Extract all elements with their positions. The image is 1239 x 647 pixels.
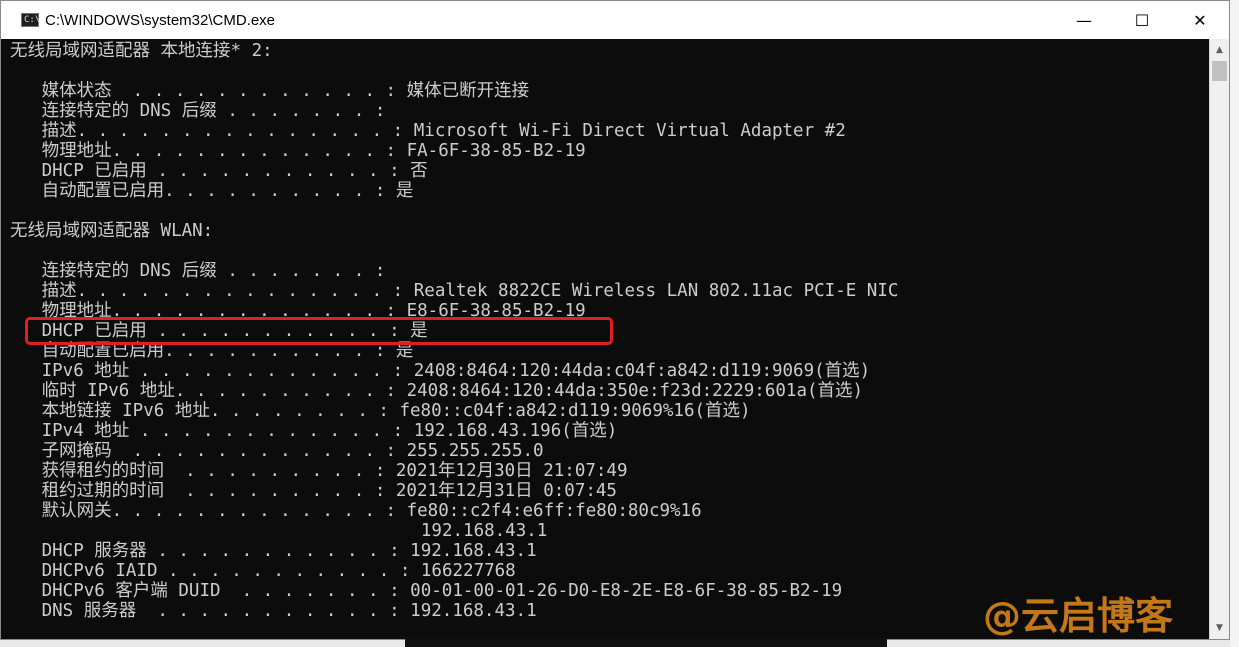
console-line: 本地链接 IPv6 地址. . . . . . . . : fe80::c04f… [10, 401, 751, 421]
console-line: 无线局域网适配器 本地连接* 2: [10, 41, 273, 61]
console-line: 自动配置已启用. . . . . . . . . . : 是 [10, 181, 414, 201]
scroll-up-icon[interactable]: ▲ [1210, 41, 1229, 59]
mac-address-highlight-box [25, 317, 613, 345]
console-line: IPv4 地址 . . . . . . . . . . . . : 192.16… [10, 421, 618, 441]
scroll-down-icon[interactable]: ▼ [1210, 619, 1229, 637]
window-controls: — ☐ ✕ [1055, 1, 1229, 39]
console-line: 租约过期的时间 . . . . . . . . . : 2021年12月31日 … [10, 481, 617, 501]
title-bar[interactable]: C:\ C:\WINDOWS\system32\CMD.exe — ☐ ✕ [1, 1, 1229, 39]
console-line: 描述. . . . . . . . . . . . . . . : Micros… [10, 121, 846, 141]
console-line: 默认网关. . . . . . . . . . . . . : fe80::c2… [10, 501, 702, 521]
console-line: 描述. . . . . . . . . . . . . . . : Realte… [10, 281, 899, 301]
console-line: DHCP 已启用 . . . . . . . . . . . : 否 [10, 161, 428, 181]
console-line: 连接特定的 DNS 后缀 . . . . . . . : [10, 101, 386, 121]
console-line: DHCPv6 IAID . . . . . . . . . . . : 1662… [10, 561, 516, 581]
console-line: 获得租约的时间 . . . . . . . . . : 2021年12月30日 … [10, 461, 628, 481]
scrollbar-thumb[interactable] [1212, 61, 1227, 81]
console-line: 物理地址. . . . . . . . . . . . . : FA-6F-38… [10, 141, 586, 161]
background-terminal-strip [405, 638, 887, 647]
console-line: 媒体状态 . . . . . . . . . . . . : 媒体已断开连接 [10, 81, 530, 101]
watermark: @云启博客 [983, 594, 1174, 638]
cmd-app-icon-glyph: C:\ [24, 15, 41, 25]
console-line: 连接特定的 DNS 后缀 . . . . . . . : [10, 261, 386, 281]
console-line: 无线局域网适配器 WLAN: [10, 221, 214, 241]
cmd-app-icon[interactable]: C:\ [21, 13, 41, 27]
background-window-strip [1230, 0, 1239, 647]
console-line: DHCP 服务器 . . . . . . . . . . . : 192.168… [10, 541, 537, 561]
close-button[interactable]: ✕ [1171, 1, 1229, 39]
window-title: C:\WINDOWS\system32\CMD.exe [45, 11, 276, 29]
maximize-button[interactable]: ☐ [1113, 1, 1171, 39]
console-line: 子网掩码 . . . . . . . . . . . . : 255.255.2… [10, 441, 544, 461]
cmd-window: C:\ C:\WINDOWS\system32\CMD.exe — ☐ ✕ 无线… [0, 0, 1230, 640]
console-line: IPv6 地址 . . . . . . . . . . . . : 2408:8… [10, 361, 871, 381]
console-line: 临时 IPv6 地址. . . . . . . . . . : 2408:846… [10, 381, 864, 401]
minimize-button[interactable]: — [1055, 1, 1113, 39]
vertical-scrollbar[interactable]: ▲ ▼ [1209, 39, 1229, 639]
console-line: 192.168.43.1 [10, 521, 548, 541]
